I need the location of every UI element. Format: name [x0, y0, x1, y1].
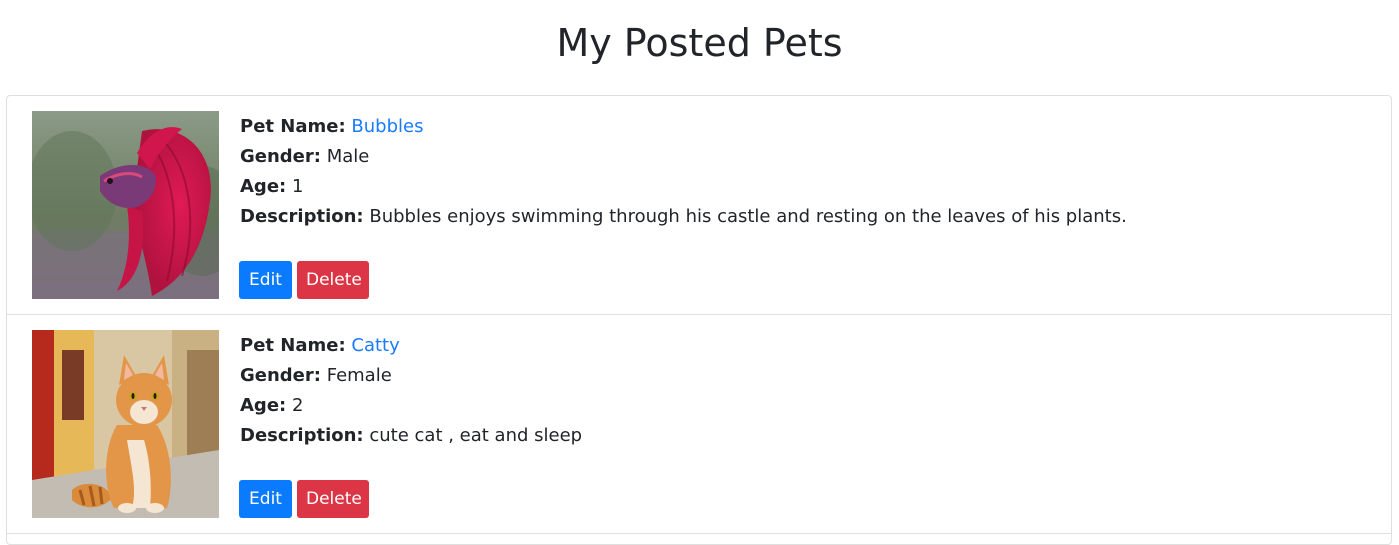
pet-list-item: Pet Name: Bubbles Gender: Male Age: 1 De… — [7, 96, 1391, 315]
pet-actions: Edit Delete — [239, 261, 369, 299]
description-row: Description: cute cat , eat and sleep — [240, 421, 582, 451]
pet-name-label: Pet Name: — [240, 116, 346, 137]
pet-name-row: Pet Name: Bubbles — [240, 112, 1127, 142]
description-value: Bubbles enjoys swimming through his cast… — [369, 206, 1127, 227]
age-label: Age: — [240, 176, 287, 197]
page-title: My Posted Pets — [556, 21, 843, 65]
age-value: 2 — [291, 395, 304, 416]
description-label: Description: — [240, 425, 364, 446]
gender-label: Gender: — [240, 365, 321, 386]
gender-row: Gender: Male — [240, 142, 1127, 172]
pet-name-link[interactable]: Bubbles — [351, 116, 423, 137]
gender-value: Male — [326, 146, 370, 167]
pets-list: Pet Name: Bubbles Gender: Male Age: 1 De… — [6, 95, 1392, 545]
pet-name-link[interactable]: Catty — [351, 335, 399, 356]
pet-photo-cat — [32, 330, 219, 518]
age-row: Age: 1 — [240, 172, 1127, 202]
edit-button[interactable]: Edit — [239, 261, 292, 299]
description-value: cute cat , eat and sleep — [369, 425, 583, 446]
gender-row: Gender: Female — [240, 361, 582, 391]
pet-name-row: Pet Name: Catty — [240, 331, 582, 361]
pet-list-item: Pet Name: Catty Gender: Female Age: 2 De… — [7, 315, 1391, 534]
pet-details: Pet Name: Catty Gender: Female Age: 2 De… — [240, 331, 582, 451]
pet-details: Pet Name: Bubbles Gender: Male Age: 1 De… — [240, 112, 1127, 232]
age-value: 1 — [291, 176, 304, 197]
pet-actions: Edit Delete — [239, 480, 369, 518]
delete-button[interactable]: Delete — [297, 261, 369, 299]
description-row: Description: Bubbles enjoys swimming thr… — [240, 202, 1127, 232]
gender-label: Gender: — [240, 146, 321, 167]
gender-value: Female — [326, 365, 392, 386]
delete-button[interactable]: Delete — [297, 480, 369, 518]
age-label: Age: — [240, 395, 287, 416]
description-label: Description: — [240, 206, 364, 227]
pet-photo-fish — [32, 111, 219, 299]
edit-button[interactable]: Edit — [239, 480, 292, 518]
pet-name-label: Pet Name: — [240, 335, 346, 356]
age-row: Age: 2 — [240, 391, 582, 421]
